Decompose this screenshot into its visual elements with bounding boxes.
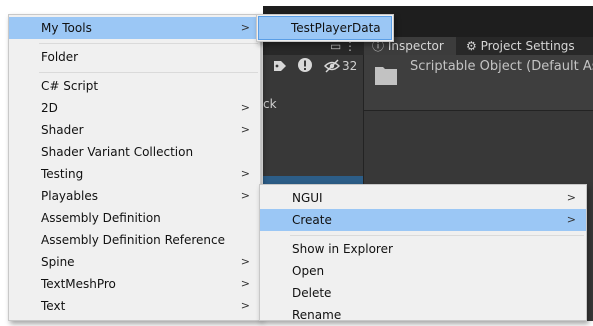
submenu-arrow-icon: >: [566, 191, 576, 204]
menu-separator: [39, 43, 258, 44]
menu-item-label: Delete: [292, 286, 332, 300]
menu-item-shader-variant-collection[interactable]: Shader Variant Collection: [9, 141, 260, 163]
gear-icon: ⚙: [466, 39, 481, 53]
menu-item-label: Spine: [41, 255, 75, 269]
menu-item-shader[interactable]: Shader >: [9, 119, 260, 141]
menu-item-csharp-script[interactable]: C# Script: [9, 75, 260, 97]
menu-item-label: Create: [292, 213, 332, 227]
menu-item-assembly-definition-reference[interactable]: Assembly Definition Reference: [9, 229, 260, 251]
inspector-title: Scriptable Object (Default Ass: [410, 59, 593, 74]
menu-item-label: TextMeshPro: [41, 277, 116, 291]
submenu-arrow-icon: >: [240, 101, 250, 114]
menu-item-label: Show in Explorer: [292, 242, 393, 256]
menu-item-rename[interactable]: Rename: [260, 304, 586, 326]
submenu-arrow-icon: >: [240, 189, 250, 202]
menu-item-label: Shader Variant Collection: [41, 145, 194, 159]
menu-item-label: Assembly Definition: [41, 211, 161, 225]
menu-item-textmeshpro[interactable]: TextMeshPro >: [9, 273, 260, 295]
menu-item-my-tools[interactable]: My Tools >: [9, 17, 260, 39]
menu-item-test-player-data[interactable]: TestPlayerData: [258, 16, 392, 40]
menu-item-create[interactable]: Create >: [260, 209, 586, 231]
menu-item-label: TestPlayerData: [291, 21, 381, 35]
menu-item-open[interactable]: Open: [260, 260, 586, 282]
submenu-arrow-icon: >: [240, 255, 250, 268]
menu-separator: [290, 235, 584, 236]
tab-project-settings[interactable]: ⚙ Project Settings: [460, 37, 593, 55]
menu-item-label: My Tools: [41, 21, 92, 35]
panel-text-fragment: ck: [263, 97, 277, 111]
hidden-eye-icon[interactable]: [323, 59, 341, 73]
create-menu: My Tools > Folder C# Script 2D > Shader …: [8, 14, 261, 321]
menu-item-label: Assembly Definition Reference: [41, 233, 226, 247]
menu-item-label: Rename: [292, 308, 342, 322]
menu-item-label: NGUI: [292, 191, 323, 205]
hidden-count: 32: [342, 59, 358, 73]
submenu-arrow-icon: >: [240, 277, 250, 290]
menu-item-playables[interactable]: Playables >: [9, 185, 260, 207]
my-tools-submenu: TestPlayerData: [256, 14, 394, 42]
warning-icon[interactable]: [297, 57, 313, 73]
menu-item-testing[interactable]: Testing >: [9, 163, 260, 185]
menu-item-label: 2D: [41, 101, 58, 115]
menu-separator: [39, 72, 258, 73]
folder-icon: [374, 64, 398, 86]
project-context-menu: NGUI > Create > Show in Explorer Open De…: [259, 184, 587, 322]
menu-item-2d[interactable]: 2D >: [9, 97, 260, 119]
menu-item-assembly-definition[interactable]: Assembly Definition: [9, 207, 260, 229]
submenu-arrow-icon: >: [240, 167, 250, 180]
tab-inspector-label: Inspector: [387, 39, 444, 53]
submenu-arrow-icon: >: [240, 123, 250, 136]
tab-project-settings-label: Project Settings: [480, 39, 575, 53]
submenu-arrow-icon: >: [240, 21, 250, 34]
menu-item-label: Playables: [41, 189, 98, 203]
menu-item-delete[interactable]: Delete: [260, 282, 586, 304]
submenu-arrow-icon: >: [566, 213, 576, 226]
menu-item-label: Open: [292, 264, 325, 278]
menu-item-folder[interactable]: Folder: [9, 46, 260, 68]
menu-item-spine[interactable]: Spine >: [9, 251, 260, 273]
menu-item-label: Folder: [41, 50, 79, 64]
submenu-arrow-icon: >: [240, 299, 250, 312]
menu-item-ngui[interactable]: NGUI >: [260, 187, 586, 209]
tag-icon[interactable]: [272, 59, 288, 73]
menu-item-label: C# Script: [41, 79, 99, 93]
menu-item-label: Testing: [41, 167, 84, 181]
menu-item-label: Shader: [41, 123, 84, 137]
menu-item-label: Text: [41, 299, 66, 313]
menu-item-text[interactable]: Text >: [9, 295, 260, 317]
menu-item-show-in-explorer[interactable]: Show in Explorer: [260, 238, 586, 260]
